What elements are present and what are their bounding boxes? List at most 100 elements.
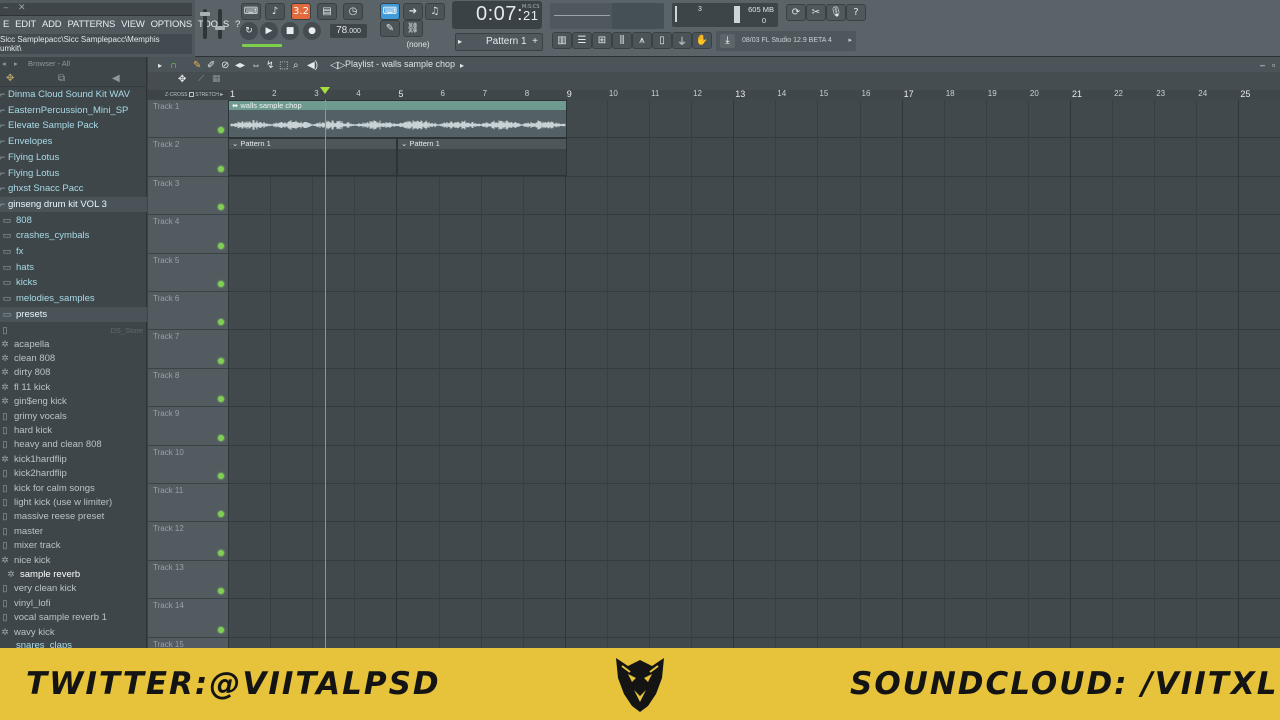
track-mute-led[interactable] — [218, 511, 224, 518]
track-mute-led[interactable] — [218, 396, 224, 403]
pencil-icon[interactable]: ✎ — [380, 20, 400, 37]
browser-folder[interactable]: ▭ hats — [0, 260, 147, 275]
browser-preset[interactable]: ▯ vinyl_lofi — [0, 596, 147, 610]
track-mute-led[interactable] — [218, 357, 224, 364]
track-mute-led[interactable] — [218, 549, 224, 556]
playlist-menu-arrow-icon[interactable]: ▸ — [158, 58, 162, 73]
browser-preset[interactable]: ▯ master — [0, 524, 147, 538]
add-pattern-icon[interactable]: + — [532, 34, 538, 50]
track-lane[interactable] — [228, 177, 1280, 216]
time-display[interactable]: 0:07:21 M:S:CS — [452, 1, 542, 29]
browser-folder[interactable]: ⌐ Flying Lotus — [0, 150, 147, 165]
position-bar[interactable] — [242, 44, 282, 47]
browser-preset[interactable]: ✲ gin$eng kick — [0, 394, 147, 408]
track-mute-led[interactable] — [218, 472, 224, 479]
browser-folder[interactable]: ▭ kicks — [0, 275, 147, 290]
track-lane[interactable] — [228, 599, 1280, 638]
browser-folder[interactable]: snares_claps — [0, 640, 147, 648]
playlist-maximize-icon[interactable]: ▫ — [1272, 58, 1275, 73]
browser-preset[interactable]: ✲ acapella — [0, 337, 147, 351]
piano-roll-icon[interactable]: ☰ — [572, 32, 592, 49]
collapse-icon[interactable]: ✥ — [6, 73, 14, 84]
browser-preset[interactable]: ▯ grimy vocals — [0, 409, 147, 423]
plugin-icon[interactable]: ⏚ — [672, 32, 692, 49]
browser-folder[interactable]: ⌐ Envelopes — [0, 134, 147, 149]
browser-folder[interactable]: ⌐ ghxst Snacc Pacc — [0, 181, 147, 196]
news-bar[interactable]: ⤓ 08/03 FL Studio 12.9 BETA 4 ▸ — [716, 31, 856, 51]
tempo-display[interactable]: 78.000 — [330, 24, 367, 38]
track-mute-led[interactable] — [218, 588, 224, 595]
link-tool-icon[interactable]: ⟋ — [198, 74, 204, 84]
browser-preset[interactable]: ✲ nice kick — [0, 553, 147, 567]
stretch-arrow-icon[interactable]: ▸ — [220, 92, 223, 98]
browser-folder[interactable]: ⌐ EasternPercussion_Mini_SP — [0, 103, 147, 118]
playlist-arrows-icon[interactable]: ◁▷ — [330, 58, 345, 73]
track-lane[interactable] — [228, 369, 1280, 408]
playhead-marker[interactable] — [319, 87, 330, 94]
magnet-snap-icon[interactable]: ∩ — [170, 58, 177, 73]
mixer-cross-icon[interactable]: ✂ — [806, 4, 826, 21]
menu-item-view[interactable]: VIEW — [118, 19, 147, 32]
view-toggle-icon[interactable]: ⧉ — [58, 73, 65, 84]
delete-tool-icon[interactable]: ⊘ — [221, 58, 229, 73]
pattern-clip-a[interactable]: ⌄ Pattern 1 — [228, 138, 397, 177]
browser-folder[interactable]: ▭ fx — [0, 244, 147, 259]
tempo-tapper-icon[interactable]: ✋ — [692, 32, 712, 49]
typing-keyboard-icon[interactable]: ⌨ — [241, 3, 261, 20]
track-mute-led[interactable] — [218, 319, 224, 326]
track-mute-led[interactable] — [218, 242, 224, 249]
track-mute-led[interactable] — [218, 626, 224, 633]
metronome-icon[interactable]: ♪ — [265, 3, 285, 20]
loop-icon[interactable]: ↻ — [240, 22, 258, 40]
browser-sort-icon[interactable]: ▸ — [14, 57, 18, 71]
playlist-grid[interactable]: ⬌ walls sample chop ⌄ Pattern 1 ⌄ Patter… — [228, 100, 1280, 648]
slip-tool-icon[interactable]: ⇔ — [251, 58, 261, 73]
record-button[interactable]: ● — [303, 22, 321, 40]
playlist-title-arrow-icon[interactable]: ▸ — [460, 58, 464, 73]
track-lane[interactable] — [228, 561, 1280, 600]
playback-tool-icon[interactable]: ◀) — [307, 58, 318, 73]
browser-folder[interactable]: ▭ crashes_cymbals — [0, 228, 147, 243]
microphone-icon[interactable]: 🎙 — [826, 4, 846, 21]
track-mute-led[interactable] — [218, 434, 224, 441]
browser-preset[interactable]: ▯ heavy and clean 808 — [0, 437, 147, 451]
grid-view-icon[interactable]: ▦ — [212, 74, 221, 84]
metronome-toggle-icon[interactable]: ♫ — [425, 3, 445, 20]
track-lane[interactable] — [228, 330, 1280, 369]
arrow-icon[interactable]: ➜ — [403, 3, 423, 20]
browser-menu-icon[interactable]: ◂ — [2, 57, 6, 71]
browser-preset[interactable]: ✲ dirty 808 — [0, 365, 147, 379]
draw-tool-icon[interactable]: ✎ — [193, 58, 201, 73]
track-header[interactable]: Track 6 — [148, 292, 228, 331]
typing-to-piano-icon[interactable]: ⌨ — [380, 3, 400, 20]
stop-button[interactable]: ■ — [281, 22, 299, 40]
track-lane[interactable] — [228, 446, 1280, 484]
menu-item-edit[interactable]: EDIT — [12, 19, 39, 32]
track-lane[interactable] — [228, 254, 1280, 292]
browser-preset[interactable]: ✲ wavy kick — [0, 625, 147, 639]
song-mode-button[interactable]: 3.2 — [291, 3, 311, 20]
track-header[interactable]: Track 15 — [148, 637, 228, 648]
track-header[interactable]: Track 8 — [148, 368, 228, 408]
none-selector[interactable]: (none) — [398, 38, 438, 51]
track-header[interactable]: Track 1 — [148, 100, 228, 139]
track-lane[interactable] — [228, 292, 1280, 331]
browser-preset[interactable]: ✲ sample reverb — [0, 567, 147, 581]
step-edit-icon[interactable]: ▤ — [317, 3, 337, 20]
paint-tool-icon[interactable]: ✐ — [207, 58, 215, 73]
menu-item-add[interactable]: ADD — [39, 19, 64, 32]
browser-preset[interactable]: ▯ massive reese preset — [0, 509, 147, 523]
slice-tool-icon[interactable]: ↯ — [266, 58, 274, 73]
mixer-icon[interactable]: ⫼ — [612, 32, 632, 49]
browser-preset[interactable]: ✲ kick1hardflip — [0, 452, 147, 466]
minimize-icon[interactable]: ‒ — [3, 3, 9, 13]
link-icon[interactable]: ⛓ — [403, 20, 423, 37]
browser-preset[interactable]: ▯ mixer track — [0, 538, 147, 552]
browser-preset[interactable]: ▯ light kick (use w limiter) — [0, 495, 147, 509]
channel-rack-icon[interactable]: ⊞ — [592, 32, 612, 49]
browser-folder[interactable]: ▭ melodies_samples — [0, 291, 147, 306]
undo-history-icon[interactable]: ⟳ — [786, 4, 806, 21]
browser-preset[interactable]: ▯ kick2hardflip — [0, 466, 147, 480]
audio-clip[interactable]: ⬌ walls sample chop — [228, 100, 567, 138]
browser-preset[interactable]: ✲ clean 808 — [0, 351, 147, 365]
